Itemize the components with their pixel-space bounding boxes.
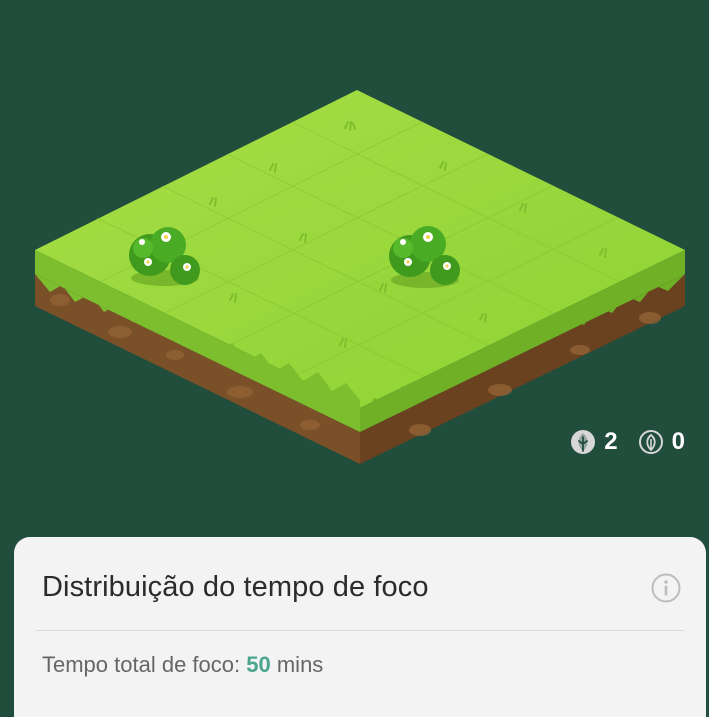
card-title: Distribuição do tempo de foco bbox=[42, 571, 429, 603]
info-icon[interactable] bbox=[651, 573, 681, 603]
tree-counters: 2 0 bbox=[570, 428, 685, 456]
withered-count: 0 bbox=[671, 428, 685, 455]
planted-count: 2 bbox=[604, 428, 618, 455]
withered-counter: 0 bbox=[638, 428, 685, 456]
stat-unit: mins bbox=[276, 652, 324, 677]
divider bbox=[36, 630, 684, 631]
leaf-withered-icon bbox=[638, 430, 663, 454]
total-focus-stat: Tempo total de foco: 50 mins bbox=[42, 652, 323, 678]
leaf-planted-icon bbox=[571, 430, 596, 454]
focus-distribution-card: Distribuição do tempo de foco Tempo tota… bbox=[14, 537, 706, 717]
planted-counter: 2 bbox=[570, 428, 618, 456]
stat-label: Tempo total de foco: bbox=[42, 652, 241, 677]
stat-value: 50 bbox=[246, 652, 271, 677]
